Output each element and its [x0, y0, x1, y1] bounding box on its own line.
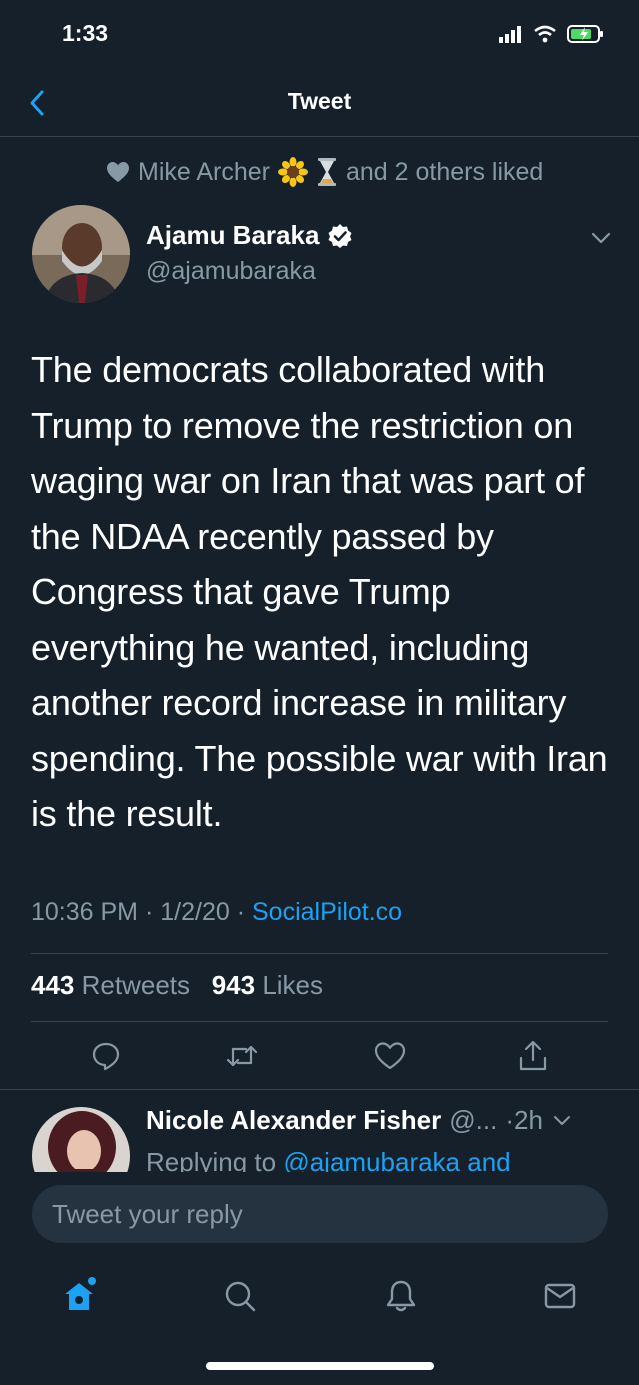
reply-header: Nicole Alexander Fisher @... ·2h	[146, 1105, 573, 1136]
chevron-down-icon[interactable]	[551, 1112, 573, 1130]
reply-compose-input[interactable]: Tweet your reply	[32, 1185, 608, 1243]
wifi-icon	[534, 25, 556, 43]
tweet-source-link[interactable]: SocialPilot.co	[252, 898, 402, 926]
retweet-button[interactable]	[220, 1036, 264, 1076]
tab-home[interactable]	[57, 1274, 101, 1318]
reply-author-handle[interactable]: @...	[449, 1105, 497, 1136]
liked-context[interactable]: Mike Archer and 2 others liked	[106, 156, 543, 188]
retweets-stat[interactable]: 443 Retweets	[31, 970, 190, 1000]
replying-to-link[interactable]: @ajamubaraka and	[283, 1147, 510, 1172]
reply-preview[interactable]: Nicole Alexander Fisher @... ·2h Replyin…	[0, 1100, 639, 1172]
author-handle[interactable]: @ajamubaraka	[146, 257, 316, 286]
header-divider	[0, 136, 639, 137]
page-title: Tweet	[287, 88, 352, 114]
tweet-date: 1/2/20	[160, 898, 230, 926]
battery-charging-icon	[567, 25, 603, 43]
author-avatar[interactable]	[32, 205, 130, 303]
liker-name: Mike Archer	[138, 157, 270, 186]
tweet-text: The democrats collaborated with Trump to…	[31, 349, 608, 834]
author-name: Ajamu Baraka	[146, 220, 320, 250]
tab-notifications[interactable]	[379, 1274, 423, 1318]
likes-stat[interactable]: 943 Likes	[212, 970, 323, 1000]
tab-messages[interactable]	[538, 1274, 582, 1318]
tweet-stats: 443 Retweets 943 Likes	[31, 970, 323, 1001]
share-button[interactable]	[511, 1036, 555, 1076]
sunflower-icon	[277, 157, 308, 187]
meta-separator: ·	[236, 898, 246, 926]
tab-search[interactable]	[218, 1274, 262, 1318]
share-icon	[519, 1040, 547, 1071]
retweet-icon	[226, 1045, 258, 1067]
status-icons	[499, 24, 605, 44]
chevron-down-icon	[591, 232, 611, 244]
reply-author-name[interactable]: Nicole Alexander Fisher	[146, 1105, 441, 1136]
tweet-meta: 10:36 PM · 1/2/20 · SocialPilot.co	[31, 898, 402, 927]
signal-icon	[499, 26, 521, 43]
verified-badge-icon	[328, 223, 352, 248]
liked-suffix: and 2 others liked	[345, 157, 544, 186]
retweets-count: 443	[31, 970, 75, 1000]
tweet-actions	[0, 1036, 639, 1076]
likes-label: Likes	[262, 970, 324, 1000]
heart-icon	[107, 162, 129, 182]
reply-button[interactable]	[84, 1036, 128, 1076]
like-button[interactable]	[368, 1036, 412, 1076]
reply-icon	[92, 1042, 120, 1071]
meta-divider	[31, 953, 608, 954]
avatar-photo	[32, 205, 130, 303]
stats-divider	[31, 1021, 608, 1022]
replying-to-line: Replying to @ajamubaraka and	[146, 1147, 511, 1172]
home-indicator	[206, 1362, 434, 1370]
tweet-options-button[interactable]	[588, 228, 614, 248]
meta-separator: ·	[144, 898, 154, 926]
author-name-row[interactable]: Ajamu Baraka	[146, 220, 353, 251]
status-time: 1:33	[62, 20, 109, 46]
retweets-label: Retweets	[81, 970, 191, 1000]
search-icon	[225, 1281, 256, 1312]
reply-avatar[interactable]	[32, 1107, 130, 1172]
likes-count: 943	[211, 970, 256, 1000]
reply-age: ·2h	[505, 1105, 543, 1135]
messages-icon	[544, 1283, 576, 1309]
notifications-icon	[386, 1280, 416, 1312]
tweet-time: 10:36 PM	[31, 898, 139, 926]
replying-prefix: Replying to	[146, 1147, 277, 1172]
like-icon	[374, 1042, 406, 1070]
home-icon	[65, 1277, 96, 1310]
actions-divider	[0, 1089, 639, 1090]
reply-avatar-photo	[32, 1107, 130, 1172]
hourglass-icon	[317, 158, 336, 186]
